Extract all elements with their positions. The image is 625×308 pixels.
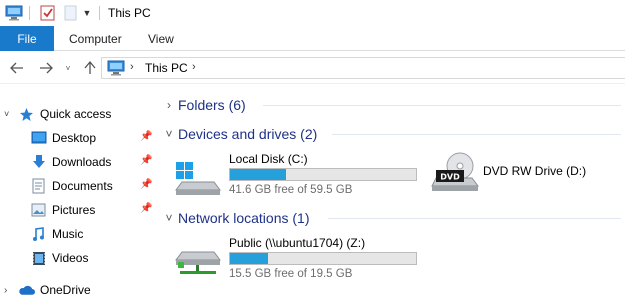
group-divider xyxy=(263,105,621,106)
sidebar-item-onedrive[interactable]: › OneDrive xyxy=(4,279,91,301)
sidebar-item-desktop[interactable]: Desktop xyxy=(30,127,96,149)
sidebar-item-label: Desktop xyxy=(52,131,97,145)
onedrive-icon xyxy=(18,282,35,299)
documents-icon xyxy=(30,178,47,195)
pin-icon[interactable]: 📌 xyxy=(140,203,152,214)
group-divider xyxy=(328,218,621,219)
sidebar-item-music[interactable]: Music xyxy=(30,223,83,245)
sidebar-item-quick-access[interactable]: ˅ Quick access xyxy=(4,103,111,125)
pin-icon[interactable]: 📌 xyxy=(140,131,152,142)
forward-arrow-icon[interactable] xyxy=(37,59,55,77)
music-icon xyxy=(30,226,47,243)
sidebar-item-label: OneDrive xyxy=(40,283,91,297)
sidebar-item-videos[interactable]: Videos xyxy=(30,247,88,269)
chevron-down-icon[interactable]: ˅ xyxy=(160,127,178,141)
chevron-down-icon[interactable]: ˅ xyxy=(4,109,18,119)
drive-usage-fill xyxy=(230,169,286,180)
sidebar-item-label: Pictures xyxy=(52,203,96,217)
tab-view[interactable]: View xyxy=(148,26,174,51)
this-pc-icon xyxy=(107,60,125,79)
sidebar-item-label: Videos xyxy=(52,251,89,265)
desktop-icon xyxy=(30,130,47,147)
title-separator xyxy=(29,6,30,20)
navigation-pane: ˅ Quick access Desktop 📌 Downloads 📌 Doc… xyxy=(0,86,158,308)
recent-locations-chevron-icon[interactable]: ˅ xyxy=(62,59,74,77)
window-title: This PC xyxy=(108,6,151,20)
downloads-icon xyxy=(30,154,47,171)
svg-text:DVD: DVD xyxy=(440,173,460,182)
drive-name: Local Disk (C:) xyxy=(229,152,308,166)
drive-name: DVD RW Drive (D:) xyxy=(483,164,587,178)
sidebar-item-label: Documents xyxy=(52,179,113,193)
drive-usage-bar xyxy=(229,168,417,181)
group-header-network[interactable]: ˅ Network locations (1) xyxy=(160,207,310,229)
dvd-drive-icon: DVD xyxy=(430,152,480,197)
group-title: Devices and drives (2) xyxy=(178,126,318,142)
sidebar-item-label: Music xyxy=(52,227,84,241)
content-pane: › Folders (6) ˅ Devices and drives (2) L… xyxy=(160,86,625,308)
pin-icon[interactable]: 📌 xyxy=(140,179,152,190)
sidebar-item-label: Downloads xyxy=(52,155,112,169)
breadcrumb-chevron-icon[interactable]: › xyxy=(130,61,134,73)
drive-name: Public (\\ubuntu1704) (Z:) xyxy=(229,236,366,250)
network-drive-icon xyxy=(174,244,222,281)
address-bar[interactable]: › This PC › xyxy=(101,57,625,79)
sidebar-item-label: Quick access xyxy=(40,107,112,121)
title-separator xyxy=(99,6,100,20)
group-title: Network locations (1) xyxy=(178,210,310,226)
properties-icon[interactable] xyxy=(38,4,56,22)
sidebar-item-pictures[interactable]: Pictures xyxy=(30,199,95,221)
star-icon xyxy=(18,106,35,123)
up-arrow-icon[interactable] xyxy=(82,59,98,77)
drive-free-space: 41.6 GB free of 59.5 GB xyxy=(229,184,353,196)
chevron-right-icon[interactable]: › xyxy=(4,285,18,296)
tab-file[interactable]: File xyxy=(0,26,54,51)
drive-local-disk-c[interactable]: Local Disk (C:) 41.6 GB free of 59.5 GB xyxy=(174,150,424,198)
group-title: Folders (6) xyxy=(178,97,246,113)
this-pc-icon[interactable] xyxy=(4,4,24,22)
navigation-bar: ˅ › This PC › xyxy=(0,52,625,84)
hard-drive-icon xyxy=(174,162,222,199)
chevron-right-icon[interactable]: › xyxy=(160,98,178,112)
breadcrumb-this-pc[interactable]: This PC xyxy=(145,61,188,75)
drive-usage-fill xyxy=(230,253,269,264)
group-header-devices[interactable]: ˅ Devices and drives (2) xyxy=(160,123,317,145)
title-bar: ▼ This PC xyxy=(0,0,625,26)
pin-icon[interactable]: 📌 xyxy=(140,155,152,166)
new-folder-icon[interactable] xyxy=(62,4,78,22)
drive-dvd-d[interactable]: DVD DVD RW Drive (D:) xyxy=(430,152,620,196)
drive-free-space: 15.5 GB free of 19.5 GB xyxy=(229,268,353,280)
videos-icon xyxy=(30,250,47,267)
sidebar-item-documents[interactable]: Documents xyxy=(30,175,113,197)
ribbon-tabs: File Computer View xyxy=(0,26,625,51)
group-header-folders[interactable]: › Folders (6) xyxy=(160,94,246,116)
chevron-down-icon[interactable]: ˅ xyxy=(160,211,178,225)
group-divider xyxy=(332,134,621,135)
network-drive-z[interactable]: Public (\\ubuntu1704) (Z:) 15.5 GB free … xyxy=(174,234,424,282)
customize-toolbar-chevron-icon[interactable]: ▼ xyxy=(80,4,94,22)
sidebar-item-downloads[interactable]: Downloads xyxy=(30,151,111,173)
breadcrumb-chevron-icon[interactable]: › xyxy=(192,61,196,73)
back-arrow-icon[interactable] xyxy=(8,59,26,77)
tab-computer[interactable]: Computer xyxy=(69,26,122,51)
drive-usage-bar xyxy=(229,252,417,265)
pictures-icon xyxy=(30,202,47,219)
